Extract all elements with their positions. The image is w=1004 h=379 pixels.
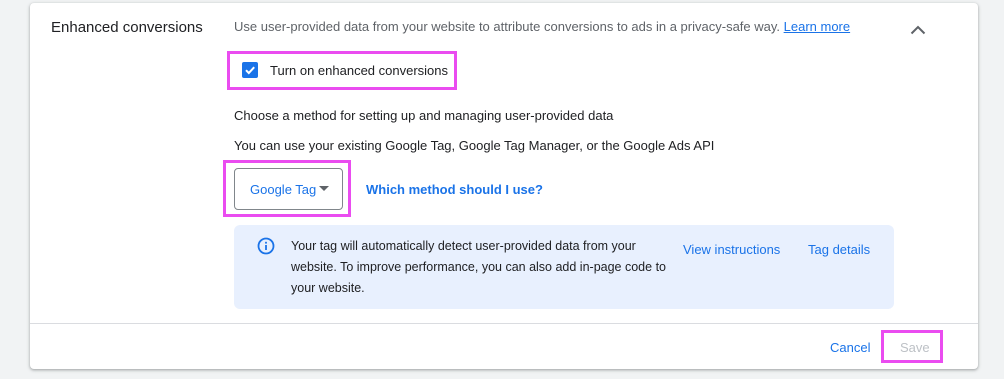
- description-text: Use user-provided data from your website…: [234, 19, 784, 34]
- caret-down-icon: [319, 186, 329, 191]
- method-subheading: You can use your existing Google Tag, Go…: [234, 138, 715, 153]
- checkbox-label: Turn on enhanced conversions: [270, 62, 449, 78]
- save-button[interactable]: Save: [900, 340, 930, 355]
- info-text: Your tag will automatically detect user-…: [291, 239, 666, 295]
- view-instructions-link[interactable]: View instructions: [683, 242, 780, 257]
- method-heading: Choose a method for setting up and manag…: [234, 108, 614, 123]
- cancel-button[interactable]: Cancel: [830, 340, 870, 355]
- which-method-link[interactable]: Which method should I use?: [366, 182, 543, 197]
- learn-more-link[interactable]: Learn more: [784, 19, 850, 34]
- enhanced-conversions-checkbox[interactable]: Turn on enhanced conversions: [242, 59, 448, 81]
- checkmark-icon: [245, 66, 255, 75]
- checkbox-checked[interactable]: [242, 62, 258, 78]
- section-title: Enhanced conversions: [51, 19, 203, 36]
- section-description: Use user-provided data from your website…: [234, 19, 850, 34]
- chevron-up-icon: [910, 25, 926, 35]
- tag-details-link[interactable]: Tag details: [808, 242, 870, 257]
- enhanced-conversions-card: Enhanced conversions Use user-provided d…: [30, 3, 978, 369]
- info-icon: [257, 237, 275, 255]
- collapse-button[interactable]: [904, 17, 932, 43]
- method-dropdown[interactable]: Google Tag: [234, 168, 343, 210]
- info-banner: Your tag will automatically detect user-…: [234, 225, 894, 309]
- method-dropdown-value: Google Tag: [250, 181, 317, 197]
- footer-divider: [30, 323, 978, 324]
